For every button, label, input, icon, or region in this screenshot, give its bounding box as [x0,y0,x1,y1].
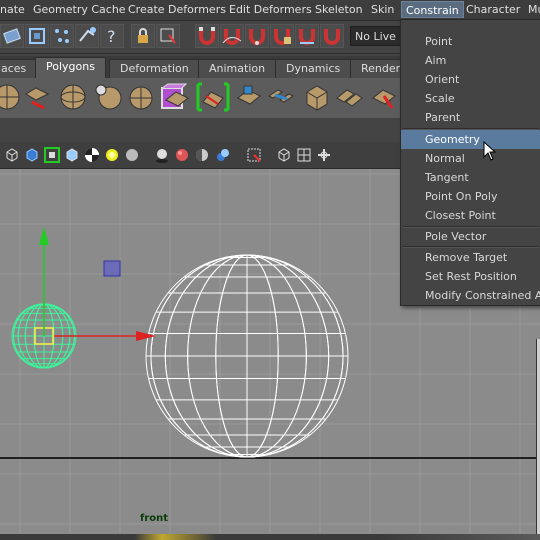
menu-item-pole-vector[interactable]: Pole Vector [401,227,540,246]
anti-alias-icon[interactable] [214,147,230,163]
camera-label: front [140,513,169,524]
menu-skin[interactable]: Skin [371,3,394,16]
poly-sphere-icon[interactable] [0,82,22,112]
bridge-icon[interactable] [266,82,296,112]
menu-item-closest-point[interactable]: Closest Point [401,206,540,225]
time-slider-strip[interactable] [0,534,540,540]
menu-create[interactable]: nate [0,3,25,16]
menu-item-tangent[interactable]: Tangent [401,168,540,187]
poly-sphere-icon[interactable] [58,82,88,112]
isolate-select-icon[interactable] [246,147,262,163]
tab-deformation[interactable]: Deformation [109,59,200,78]
tab-surfaces[interactable]: aces [0,59,38,78]
xray-joints-icon[interactable] [276,147,292,163]
menu-item-geometry[interactable]: Geometry [401,130,540,149]
main-menubar: nate Geometry Cache Create Deformers Edi… [0,0,540,21]
make-live-icon[interactable] [295,24,319,48]
wireframe-cube-icon[interactable] [4,147,20,163]
tab-animation[interactable]: Animation [198,59,277,78]
menu-muscle[interactable]: Mu [528,3,540,16]
menu-skeleton[interactable]: Skeleton [315,3,363,16]
xray-cube-icon[interactable] [64,147,80,163]
svg-text:?: ? [107,27,116,46]
tab-dynamics[interactable]: Dynamics [275,59,352,78]
half-sphere-icon[interactable] [194,147,210,163]
wireframe-on-shaded-icon[interactable] [44,147,60,163]
split-polygon-icon[interactable] [196,82,230,112]
menu-item-parent[interactable]: Parent [401,108,540,127]
shadows-icon[interactable] [154,147,170,163]
snap-to-grid-icon[interactable] [195,24,219,48]
merge-vertices-icon[interactable] [370,82,400,112]
highlight-selection-icon[interactable] [156,24,180,48]
select-handle-icon[interactable] [75,24,99,48]
menu-item-remove-target[interactable]: Remove Target [401,248,540,267]
menu-item-modify-constrained-axis[interactable]: Modify Constrained Axis [401,286,540,305]
select-by-object-icon[interactable] [25,24,49,48]
shaded-cube-icon[interactable] [24,147,40,163]
menu-constrain[interactable]: Constrain [401,1,464,18]
default-light-icon[interactable] [104,147,120,163]
checker-texture-icon[interactable] [84,147,100,163]
constraint-locator [103,260,121,277]
side-panel-edge [536,339,540,535]
select-by-hierarchy-icon[interactable] [0,24,24,48]
poly-sphere-icon[interactable] [93,82,123,112]
menu-item-point[interactable]: Point [401,32,540,51]
bevel-icon[interactable] [302,82,332,112]
menu-create-deformers[interactable]: Create Deformers [128,3,226,16]
append-polygon-icon[interactable] [334,82,364,112]
menu-item-normal[interactable]: Normal [401,149,540,168]
menu-edit-deformers[interactable]: Edit Deformers [229,3,312,16]
grid-toggle-icon[interactable] [296,147,312,163]
mouse-cursor-icon [483,141,497,161]
snap-to-point-icon[interactable] [245,24,269,48]
menu-item-set-rest-position[interactable]: Set Rest Position [401,267,540,286]
magnet-icon[interactable] [320,24,344,48]
snap-to-view-plane-icon[interactable] [270,24,294,48]
menu-item-orient[interactable]: Orient [401,70,540,89]
poly-plane-icon[interactable] [162,82,192,112]
snap-to-curve-icon[interactable] [220,24,244,48]
help-icon[interactable]: ? [100,24,124,48]
menu-item-scale[interactable]: Scale [401,89,540,108]
menu-geometry-cache[interactable]: Geometry Cache [33,3,126,16]
menu-item-aim[interactable]: Aim [401,51,540,70]
poly-combine-icon[interactable] [126,82,156,112]
component-mode-icon[interactable] [316,147,332,163]
select-by-component-icon[interactable] [50,24,74,48]
tab-polygons[interactable]: Polygons [35,57,106,78]
menu-character[interactable]: Character [466,3,520,16]
lock-selection-icon[interactable] [131,24,155,48]
constrain-menu: Point Aim Orient Scale Parent Geometry N… [400,19,540,306]
poly-cube-arrow-icon[interactable] [22,82,52,112]
menu-item-point-on-poly[interactable]: Point On Poly [401,187,540,206]
all-lights-icon[interactable] [124,147,140,163]
high-quality-icon[interactable] [174,147,190,163]
extrude-icon[interactable] [234,82,264,112]
